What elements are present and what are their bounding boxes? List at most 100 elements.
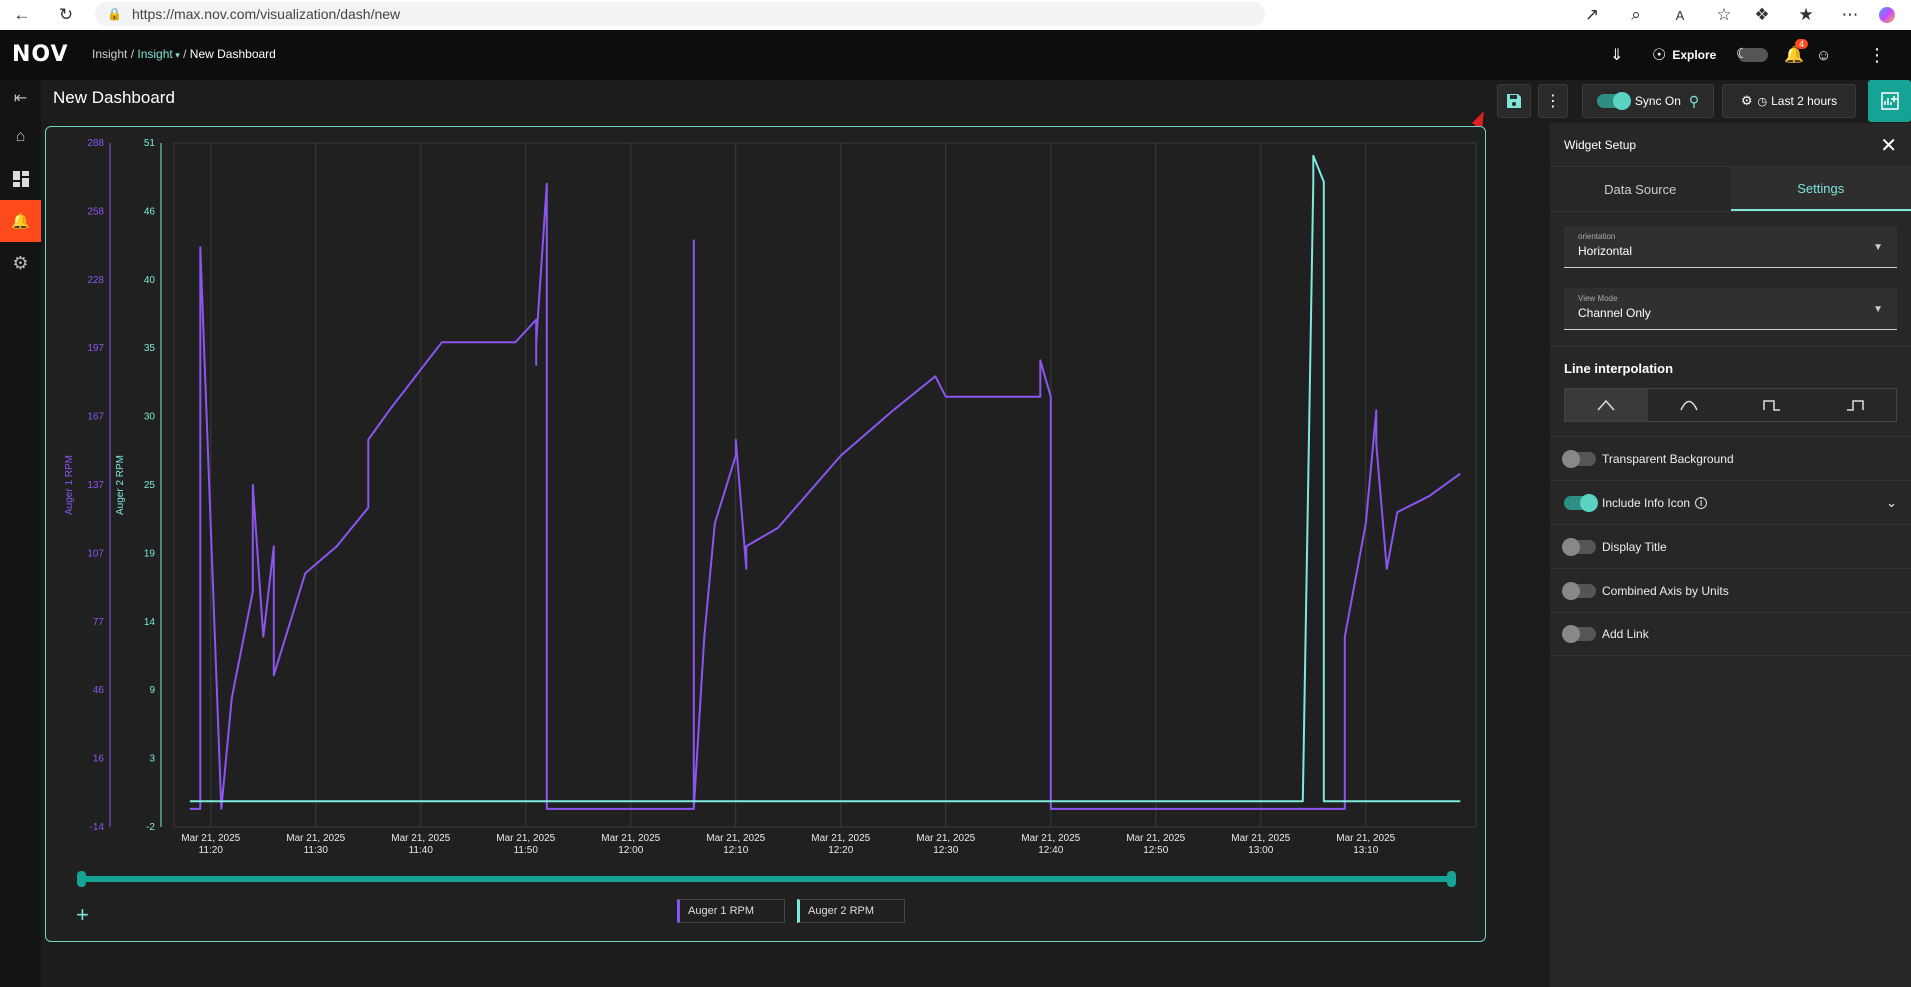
explore-button[interactable]: Explore (1672, 48, 1716, 62)
panel-title: Widget Setup (1564, 137, 1637, 152)
home-icon[interactable]: ⌂ (0, 116, 41, 158)
time-range-button[interactable]: ⚙ ◷ Last 2 hours (1722, 84, 1856, 118)
nov-logo[interactable]: NOV (12, 42, 69, 67)
save-button[interactable] (1497, 84, 1531, 118)
reload-icon[interactable]: ↻ (52, 1, 80, 29)
x-tick-date: Mar 21, 2025 (286, 833, 345, 844)
y-axis-label: Auger 1 RPM (64, 455, 75, 515)
address-bar[interactable]: 🔒 https://max.nov.com/visualization/dash… (95, 2, 1265, 26)
x-tick-time: 13:10 (1353, 845, 1378, 856)
notification-badge: 4 (1795, 39, 1809, 49)
sync-toggle-button[interactable]: Sync On ⚲ (1582, 84, 1714, 118)
step-before-interp-icon[interactable] (1813, 389, 1896, 421)
favorites-icon[interactable]: ★ (1784, 1, 1828, 29)
series-line[interactable] (189, 182, 1461, 810)
read-aloud-icon[interactable]: A (1658, 1, 1702, 29)
tab-data-source[interactable]: Data Source (1550, 167, 1731, 211)
legend-auger-2[interactable]: Auger 2 RPM (797, 899, 905, 923)
chevron-down-icon[interactable]: ▾ (173, 50, 180, 60)
legend-auger-1[interactable]: Auger 1 RPM (677, 899, 785, 923)
y-tick-label: 197 (87, 343, 104, 354)
range-slider-end-handle[interactable] (1447, 871, 1456, 887)
legend-auger-2-label: Auger 2 RPM (808, 905, 875, 917)
support-icon[interactable]: ☺ (1816, 47, 1831, 64)
x-tick-date: Mar 21, 2025 (496, 833, 555, 844)
bell-icon[interactable]: 🔔 4 (1784, 39, 1809, 65)
widget-setup-panel: Widget Setup ✕ Data Source Settings orie… (1550, 123, 1911, 987)
orientation-value: Horizontal (1578, 244, 1633, 258)
x-tick-date: Mar 21, 2025 (1021, 833, 1080, 844)
linear-interp-icon[interactable] (1565, 389, 1648, 421)
y-tick-label: 19 (144, 548, 156, 559)
panel-header: Widget Setup ✕ (1550, 123, 1911, 167)
dark-mode-toggle[interactable]: ☾ (1736, 45, 1768, 62)
y-tick-label: 3 (149, 754, 155, 765)
zoom-search-icon[interactable]: ⚲ (1689, 93, 1699, 110)
chart-widget[interactable]: Mar 21, 2025 11:20 Mar 21, 2025 11:30 Mar 21… (45, 126, 1486, 942)
add-link-switch[interactable] (1562, 625, 1596, 643)
curve-interp-icon[interactable] (1648, 389, 1731, 421)
y-tick-label: 258 (87, 206, 104, 217)
orientation-select[interactable]: orientation Horizontal ▼ (1564, 226, 1897, 268)
zoom-icon[interactable]: ⌕ (1614, 1, 1658, 29)
x-tick-date: Mar 21, 2025 (391, 833, 450, 844)
x-tick-time: 12:10 (723, 845, 748, 856)
lock-icon: 🔒 (107, 7, 122, 21)
browser-menu-icon[interactable]: ⋯ (1828, 1, 1872, 29)
breadcrumb-current: New Dashboard (189, 47, 276, 61)
x-tick-date: Mar 21, 2025 (1336, 833, 1395, 844)
step-after-interp-icon[interactable] (1731, 389, 1814, 421)
y-tick-label: 35 (144, 343, 156, 354)
sync-switch[interactable] (1596, 92, 1631, 110)
settings-gear-icon[interactable]: ⚙ (0, 242, 41, 284)
display-title-switch[interactable] (1562, 537, 1596, 556)
series-line[interactable] (189, 154, 1461, 803)
combined-axis-row[interactable]: Combined Axis by Units (1550, 568, 1911, 612)
add-widget-button[interactable] (1868, 80, 1911, 122)
panel-tabs: Data Source Settings (1550, 167, 1911, 212)
view-mode-select[interactable]: View Mode Channel Only ▼ (1564, 288, 1897, 330)
page-title: New Dashboard (53, 88, 175, 107)
gear-icon: ⚙ (1740, 93, 1753, 108)
app-menu-icon[interactable]: ⋮ (1868, 45, 1886, 66)
x-tick-time: 12:50 (1143, 845, 1168, 856)
combined-axis-label: Combined Axis by Units (1602, 583, 1729, 598)
tab-settings[interactable]: Settings (1730, 167, 1911, 211)
transparent-background-switch[interactable] (1562, 449, 1596, 468)
close-icon[interactable]: ✕ (1880, 133, 1897, 158)
alerts-icon[interactable]: 🔔 (0, 200, 41, 242)
interpolation-section: Line interpolation (1550, 346, 1911, 436)
y-tick-label: 46 (93, 685, 105, 696)
extensions-icon[interactable]: ❖ (1740, 1, 1784, 29)
download-icon[interactable]: ⇓ (1610, 45, 1634, 65)
more-options-button[interactable]: ⋮ (1538, 84, 1568, 118)
range-slider-start-handle[interactable] (77, 871, 86, 887)
collapse-menu-icon[interactable]: ⇤ (0, 80, 41, 116)
y-tick-label: -14 (90, 822, 105, 833)
interpolation-title: Line interpolation (1564, 361, 1674, 376)
x-tick-time: 12:00 (618, 845, 643, 856)
y-tick-label: 137 (87, 480, 104, 491)
back-icon[interactable]: ← (8, 1, 36, 29)
time-series-chart[interactable]: Mar 21, 202511:20Mar 21, 202511:30Mar 21… (46, 127, 1487, 943)
breadcrumb-root[interactable]: Insight / (92, 47, 134, 61)
transparent-background-row[interactable]: Transparent Background (1550, 436, 1911, 480)
open-app-icon[interactable]: ↗ (1570, 1, 1614, 29)
save-icon (1507, 94, 1521, 108)
x-tick-time: 12:20 (828, 845, 853, 856)
include-info-icon-switch[interactable] (1564, 493, 1598, 512)
dashboard-icon[interactable] (0, 158, 41, 200)
copilot-icon[interactable] (1872, 1, 1902, 29)
include-info-icon-row[interactable]: Include Info Icon i ⌄ (1550, 480, 1911, 524)
combined-axis-switch[interactable] (1562, 581, 1596, 600)
y-tick-label: 9 (149, 685, 155, 696)
interpolation-options (1564, 388, 1897, 422)
add-series-button[interactable]: + (76, 902, 89, 928)
chevron-down-icon[interactable]: ⌄ (1886, 495, 1897, 511)
compass-icon[interactable]: ☉ (1652, 45, 1666, 65)
add-link-row[interactable]: Add Link (1550, 612, 1911, 656)
y-tick-label: 16 (93, 754, 105, 765)
y-tick-label: 107 (87, 548, 104, 559)
display-title-row[interactable]: Display Title (1550, 524, 1911, 568)
breadcrumb-app[interactable]: Insight (137, 47, 172, 61)
